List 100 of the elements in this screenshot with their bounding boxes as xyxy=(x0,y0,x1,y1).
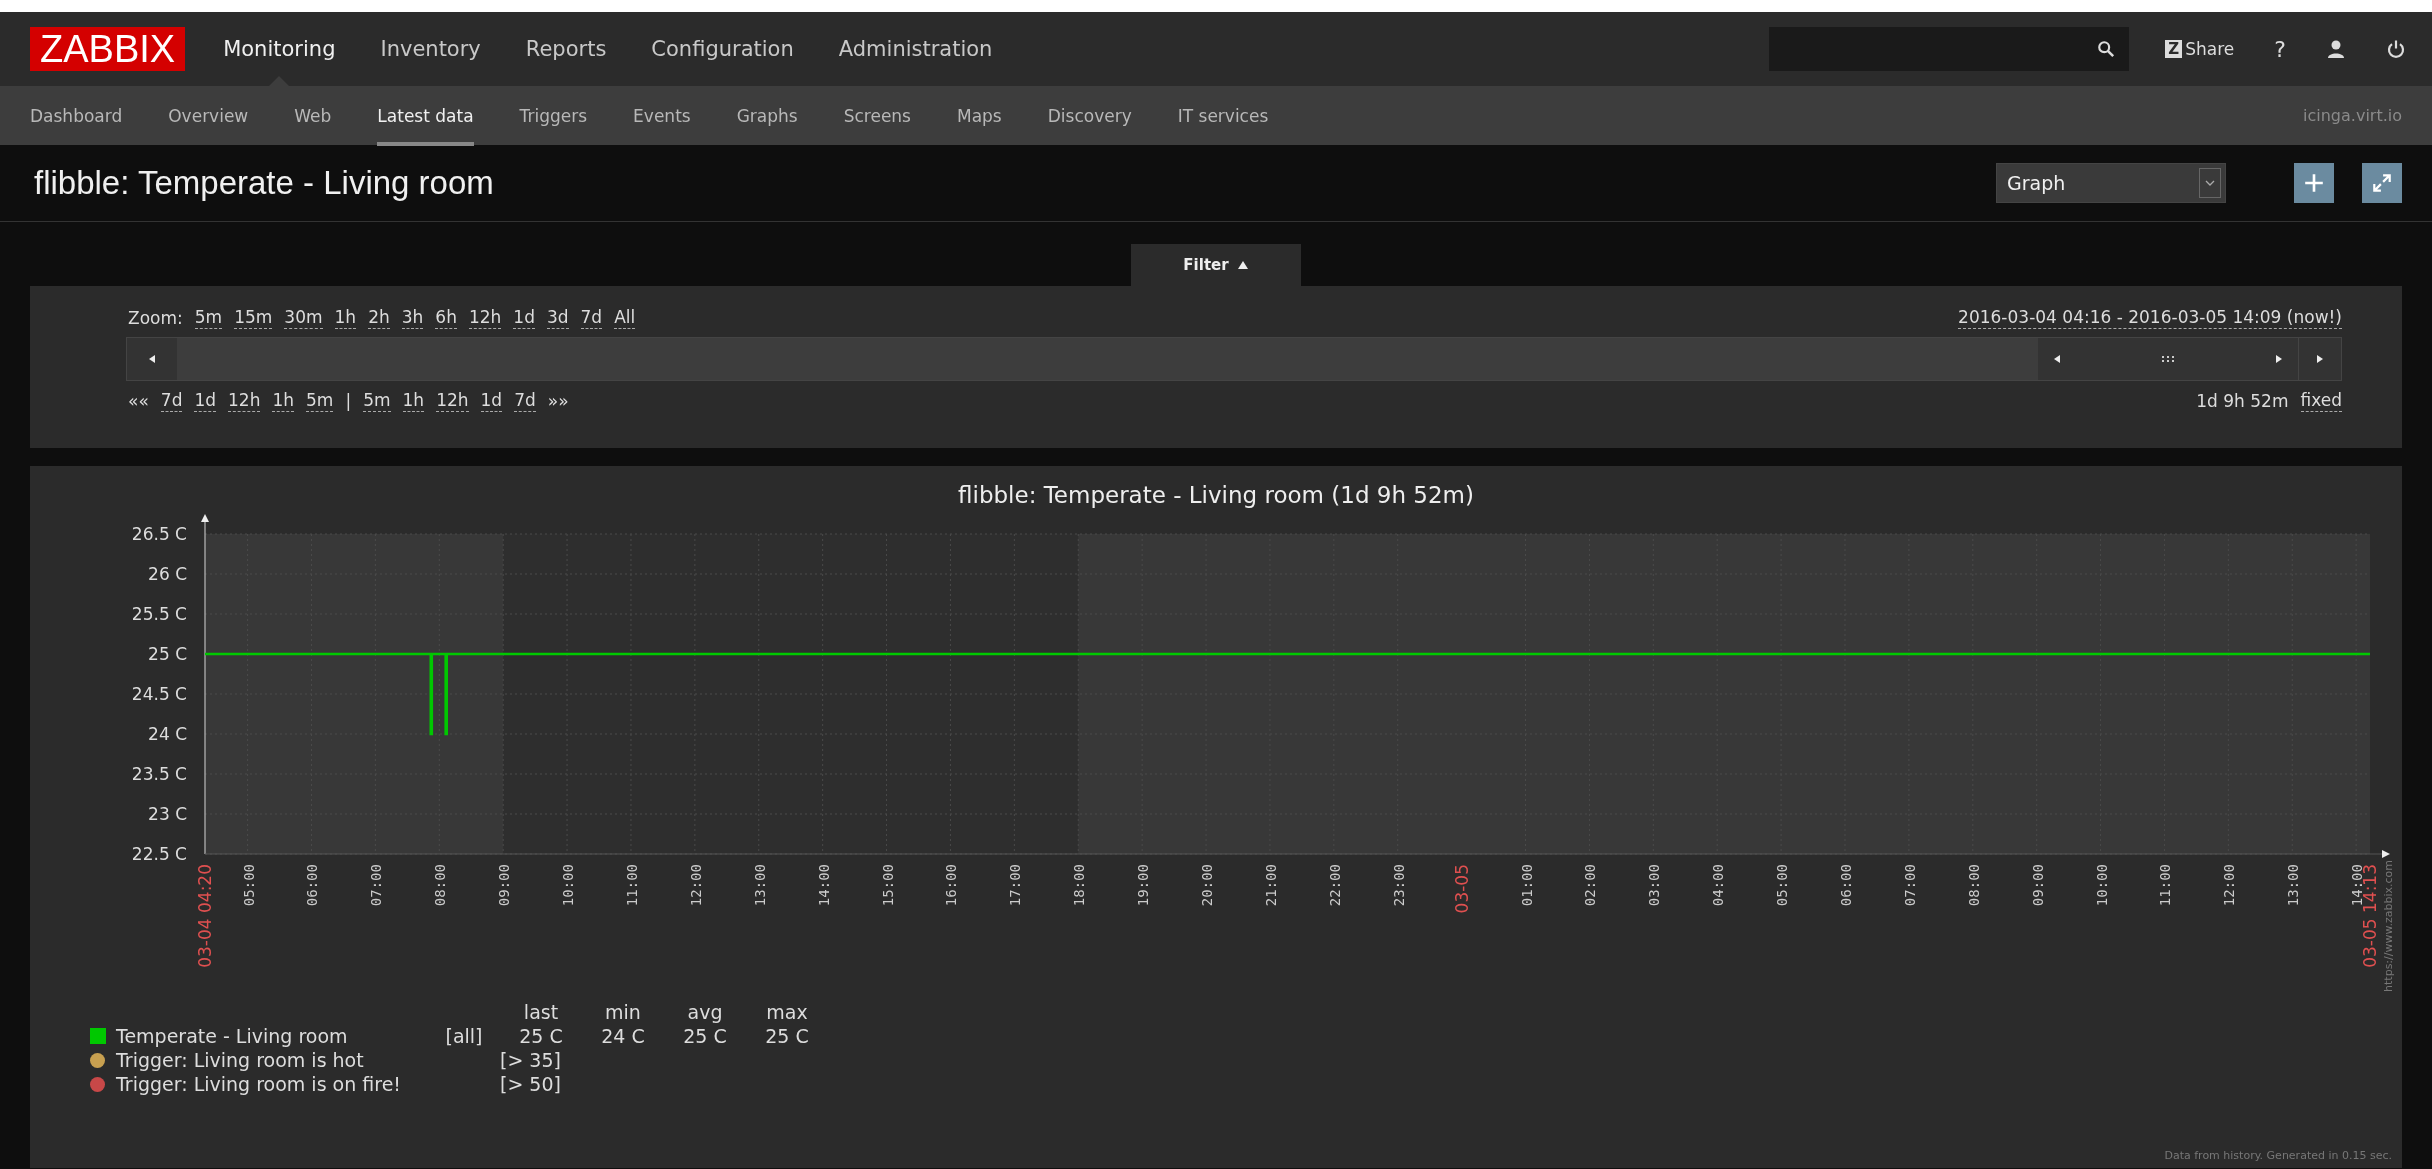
legend-trigger-name: Trigger: Living room is hot xyxy=(115,1049,365,1071)
right-arrow-icon[interactable] xyxy=(2274,354,2284,364)
y-tick-label: 24.5 C xyxy=(131,684,187,704)
period-link[interactable]: 7d xyxy=(514,389,536,412)
period-link[interactable]: 5m xyxy=(363,389,391,412)
period-link[interactable]: 5m xyxy=(306,389,334,412)
legend-header: avg xyxy=(686,1001,724,1023)
submenu-item[interactable]: IT services xyxy=(1177,85,1269,146)
submenu-item[interactable]: Events xyxy=(633,85,691,146)
y-tick-label: 26.5 C xyxy=(131,524,187,544)
legend-item-name: Temperate - Living room xyxy=(115,1025,349,1047)
x-tick-label: 13:00 xyxy=(2285,864,2302,907)
expand-icon xyxy=(2371,172,2393,194)
share-link[interactable]: Z Share xyxy=(2165,39,2235,59)
submenu-item[interactable]: Triggers xyxy=(519,85,588,146)
user-icon[interactable] xyxy=(2326,39,2346,59)
scrollbar-handle[interactable] xyxy=(2038,338,2298,380)
period-link[interactable]: 1h xyxy=(402,389,425,412)
zoom-link[interactable]: 30m xyxy=(284,306,323,329)
scroll-link[interactable]: «« xyxy=(128,389,149,412)
help-link[interactable]: ? xyxy=(2274,36,2286,62)
x-tick-label: 03:00 xyxy=(1646,864,1663,907)
fullscreen-button[interactable] xyxy=(2362,163,2402,203)
menu-tab[interactable]: Configuration xyxy=(651,12,794,86)
submenu-item[interactable]: Discovery xyxy=(1047,85,1132,146)
x-tick-label: 21:00 xyxy=(1262,864,1279,907)
submenu-item[interactable]: Graphs xyxy=(736,85,798,146)
x-tick-label: 18:00 xyxy=(1071,864,1088,907)
x-tick-label: 06:00 xyxy=(1838,864,1854,907)
menu-tab[interactable]: Reports xyxy=(525,12,607,86)
x-tick-label: 11:00 xyxy=(623,864,640,907)
x-tick-label: 06:00 xyxy=(304,864,321,907)
triangle-icon xyxy=(1236,260,1249,270)
period-link[interactable]: 1d xyxy=(480,389,503,412)
x-tick-label: 16:00 xyxy=(943,864,960,907)
x-tick-label: 05:00 xyxy=(1774,864,1791,907)
period-link[interactable]: 1h xyxy=(272,389,295,412)
page-title: flibble: Temperate - Living room xyxy=(34,164,495,202)
date-tick-label: 03-05 xyxy=(1451,864,1472,914)
x-tick-label: 12:00 xyxy=(2221,864,2238,907)
period-link[interactable]: 7d xyxy=(160,389,183,412)
x-tick-label: 15:00 xyxy=(879,864,896,907)
view-select[interactable]: Graph xyxy=(1996,163,2226,203)
search-field[interactable] xyxy=(1769,27,2130,71)
y-tick-label: 23.5 C xyxy=(131,764,187,784)
grip-icon[interactable] xyxy=(2161,355,2175,363)
zoom-link[interactable]: 12h xyxy=(468,306,502,329)
zoom-link[interactable]: 1d xyxy=(513,306,535,329)
submenu-item[interactable]: Latest data xyxy=(377,85,474,146)
zoom-link[interactable]: 5m xyxy=(194,306,223,329)
search-icon[interactable] xyxy=(2097,40,2116,58)
submenu-item[interactable]: Dashboard xyxy=(30,85,123,146)
x-tick-label: 10:00 xyxy=(560,864,577,907)
menu-tab[interactable]: Administration xyxy=(838,12,993,86)
y-tick-label: 25.5 C xyxy=(131,604,187,624)
y-tick-label: 26 C xyxy=(148,564,187,584)
x-tick-label: 17:00 xyxy=(1007,864,1024,907)
period-link[interactable]: 12h xyxy=(436,389,469,412)
server-name: icinga.virt.io xyxy=(2303,106,2402,125)
zoom-link[interactable]: 3d xyxy=(546,306,569,329)
x-tick-label: 19:00 xyxy=(1135,864,1152,907)
zoom-link[interactable]: 3h xyxy=(401,306,424,329)
y-tick-label: 24 C xyxy=(148,724,187,744)
date-tick-label: 03-04 04:20 xyxy=(195,864,215,968)
left-arrow-icon[interactable] xyxy=(2052,354,2062,364)
zoom-link[interactable]: 6h xyxy=(435,306,457,329)
zoom-link[interactable]: 1h xyxy=(334,306,357,329)
period-link[interactable]: 12h xyxy=(228,389,261,412)
x-tick-label: 13:00 xyxy=(751,864,768,907)
x-tick-label: 11:00 xyxy=(2157,864,2174,907)
menu-tab[interactable]: Inventory xyxy=(380,12,481,86)
x-tick-label: 12:00 xyxy=(687,864,704,907)
zoom-link[interactable]: 15m xyxy=(234,306,273,329)
logo[interactable]: ZABBIX xyxy=(30,27,186,71)
x-tick-label: 07:00 xyxy=(368,864,385,907)
legend-swatch xyxy=(90,1028,106,1044)
date-range-link[interactable]: 2016-03-04 04:16 - 2016-03-05 14:09 (now!) xyxy=(1958,306,2342,329)
scroll-link[interactable]: »» xyxy=(547,389,569,412)
x-tick-label: 02:00 xyxy=(1582,864,1599,907)
period-link[interactable]: 1d xyxy=(194,389,217,412)
fixed-link[interactable]: fixed xyxy=(2300,389,2342,412)
timeline-scrollbar[interactable] xyxy=(126,337,2342,381)
zoom-label: Zoom: xyxy=(128,307,183,328)
zoom-link[interactable]: 7d xyxy=(580,306,603,329)
power-icon[interactable] xyxy=(2386,39,2406,59)
zoom-link[interactable]: All xyxy=(614,306,636,329)
legend-trigger-name: Trigger: Living room is on fire! xyxy=(115,1073,402,1095)
legend-header: min xyxy=(604,1001,642,1023)
add-button[interactable] xyxy=(2294,163,2334,203)
submenu-item[interactable]: Overview xyxy=(168,85,249,146)
submenu-item[interactable]: Web xyxy=(294,85,332,146)
y-tick-label: 23 C xyxy=(148,804,187,824)
submenu-item[interactable]: Screens xyxy=(843,85,911,146)
zoom-link[interactable]: 2h xyxy=(368,306,390,329)
submenu-item[interactable]: Maps xyxy=(957,85,1002,146)
x-tick-label: 22:00 xyxy=(1326,864,1343,907)
y-tick-label: 22.5 C xyxy=(131,844,187,864)
filter-tab[interactable]: Filter xyxy=(1131,244,1301,286)
caret-icon xyxy=(2199,168,2221,198)
plus-icon xyxy=(2303,172,2325,194)
